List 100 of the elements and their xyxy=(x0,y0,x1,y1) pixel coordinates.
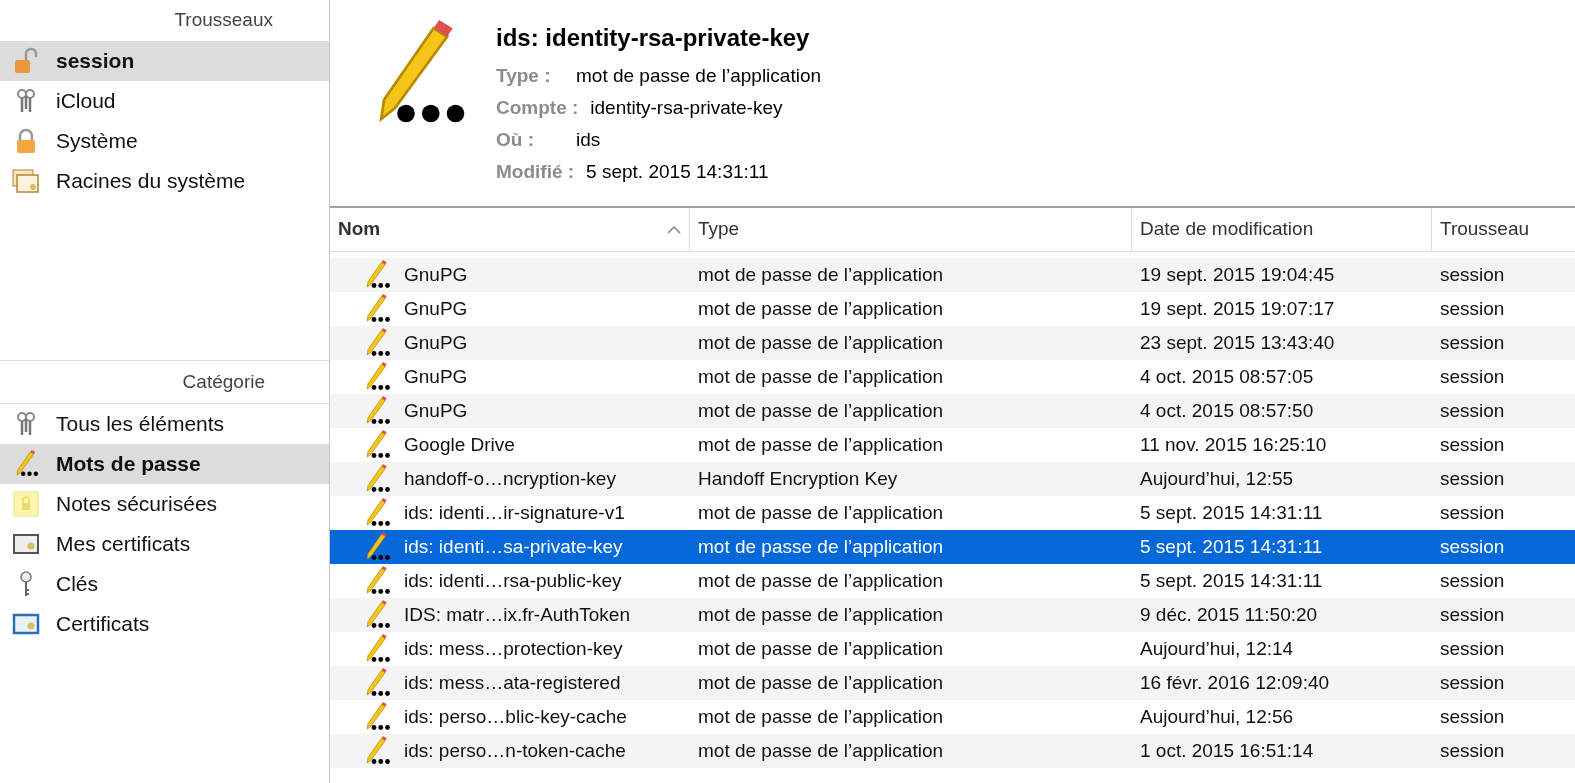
table-cell-text: ids: mess…ata-registered xyxy=(404,670,621,695)
column-title: Date de modification xyxy=(1140,217,1314,242)
table-cell-text: mot de passe de l’application xyxy=(697,398,945,423)
table-cell-text: 16 févr. 2016 12:09:40 xyxy=(1139,670,1331,695)
column-title: Nom xyxy=(338,217,381,242)
table-cell-text: GnuPG xyxy=(404,364,468,389)
table-cell-text: session xyxy=(1439,670,1506,695)
table-cell-text: session xyxy=(1439,704,1506,729)
field-value: mot de passe de l’application xyxy=(576,63,822,88)
sidebar-item[interactable]: Tous les éléments xyxy=(0,404,329,444)
table-cell-text: session xyxy=(1439,398,1506,423)
column-header[interactable]: Trousseau xyxy=(1432,208,1575,251)
sidebar-item[interactable]: Certificats xyxy=(0,604,329,644)
sidebar-item[interactable]: Mots de passe xyxy=(0,444,329,484)
sidebar-item[interactable]: Notes sécurisées xyxy=(0,484,329,524)
section-header: Trousseaux xyxy=(173,8,274,33)
column-title: Trousseau xyxy=(1440,217,1530,242)
table-row[interactable]: ids: identi…sa-private-key mot de passe de l’application 5 sept. 2015 14:31:11 session xyxy=(330,530,1575,564)
field-label: Modifié : xyxy=(496,159,575,184)
table-cell-text: IDS: matr…ix.fr-AuthToken xyxy=(404,602,630,627)
table-row[interactable]: GnuPG mot de passe de l’application 23 sept. 2015 13:43:40 session xyxy=(330,326,1575,360)
table-cell-text: session xyxy=(1439,330,1506,355)
sidebar-item[interactable]: Système xyxy=(0,121,329,161)
certificates-icon xyxy=(12,167,40,195)
table-cell-text: mot de passe de l’application xyxy=(697,296,945,321)
table-cell-text: Aujourd’hui, 12:56 xyxy=(1139,704,1295,729)
table-cell-text: ids: perso…n-token-cache xyxy=(404,738,626,763)
table-cell-text: mot de passe de l’application xyxy=(697,364,945,389)
field-label: Où : xyxy=(496,127,535,152)
table-cell-text: session xyxy=(1439,466,1506,491)
table-cell-text: 5 sept. 2015 14:31:11 xyxy=(1139,500,1324,525)
table-row[interactable]: ids: mess…ata-registered mot de passe de l’application 16 févr. 2016 12:09:40 session xyxy=(330,666,1575,700)
table-cell-text: 5 sept. 2015 14:31:11 xyxy=(1139,568,1324,593)
table-cell-text: Handoff Encryption Key xyxy=(697,466,899,491)
sidebar-item[interactable]: iCloud xyxy=(0,81,329,121)
table-cell-text: session xyxy=(1439,296,1506,321)
table-cell-text: 1 oct. 2015 16:51:14 xyxy=(1139,738,1315,763)
table-cell-text: 4 oct. 2015 08:57:50 xyxy=(1139,398,1315,423)
sort-chevron-icon xyxy=(667,225,681,234)
table-cell-text: handoff-o…ncryption-key xyxy=(404,466,616,491)
table-cell-text: mot de passe de l’application xyxy=(697,670,945,695)
table-cell-text: GnuPG xyxy=(404,296,468,321)
column-header[interactable]: Type xyxy=(690,208,1132,251)
table-cell-text: session xyxy=(1439,364,1506,389)
table-cell-text: GnuPG xyxy=(404,262,468,287)
column-header[interactable]: Nom xyxy=(330,208,690,251)
table-cell-text: session xyxy=(1439,636,1506,661)
sidebar-item[interactable]: Racines du système xyxy=(0,161,329,201)
sidebar-item[interactable]: session xyxy=(0,41,329,81)
table-row[interactable]: handoff-o…ncryption-key Handoff Encryption Key Aujourd’hui, 12:55 session xyxy=(330,462,1575,496)
table-cell-text: mot de passe de l’application xyxy=(697,704,945,729)
sidebar-item[interactable]: Clés xyxy=(0,564,329,604)
table-cell-text: mot de passe de l’application xyxy=(697,262,945,287)
table-cell-text: ids: identi…ir-signature-v1 xyxy=(404,500,625,525)
table-cell-text: 19 sept. 2015 19:04:45 xyxy=(1139,262,1336,287)
column-header[interactable]: Date de modification xyxy=(1132,208,1432,251)
table-cell-text: 19 sept. 2015 19:07:17 xyxy=(1139,296,1336,321)
sidebar-item[interactable]: Mes certificats xyxy=(0,524,329,564)
table-cell-text: session xyxy=(1439,602,1506,627)
table-cell-text: mot de passe de l’application xyxy=(697,330,945,355)
column-title: Type xyxy=(698,217,740,242)
table-cell-text: 11 nov. 2015 16:25:10 xyxy=(1139,432,1328,457)
table-cell-text: Aujourd’hui, 12:14 xyxy=(1139,636,1295,661)
table-cell-text: GnuPG xyxy=(404,330,468,355)
table-cell-text: mot de passe de l’application xyxy=(697,738,945,763)
table-cell-text: ids: identi…rsa-public-key xyxy=(404,568,622,593)
table-cell-text: mot de passe de l’application xyxy=(697,534,945,559)
open-padlock-icon xyxy=(12,47,40,75)
table-cell-text: 4 oct. 2015 08:57:05 xyxy=(1139,364,1315,389)
section-header: Catégorie xyxy=(0,361,329,404)
field-label: Compte : xyxy=(496,95,579,120)
table-cell-text: Aujourd’hui, 12:55 xyxy=(1139,466,1295,491)
table-cell-text: 5 sept. 2015 14:31:11 xyxy=(1139,534,1324,559)
table-row[interactable]: IDS: matr…ix.fr-AuthToken mot de passe de l’application 9 déc. 2015 11:50:20 session xyxy=(330,598,1575,632)
table-cell-text: session xyxy=(1439,568,1506,593)
table-cell-text: mot de passe de l’application xyxy=(697,636,945,661)
table-cell-text: 9 déc. 2015 11:50:20 xyxy=(1139,602,1319,627)
table-cell-text: session xyxy=(1439,500,1506,525)
table-cell-text: session xyxy=(1439,432,1506,457)
table-cell-text: ids: perso…blic-key-cache xyxy=(404,704,627,729)
field-value: ids xyxy=(576,127,601,152)
table-cell-text: GnuPG xyxy=(404,398,468,423)
table-cell-text: 23 sept. 2015 13:43:40 xyxy=(1139,330,1336,355)
table-cell-text: mot de passe de l’application xyxy=(697,568,945,593)
table-cell-text: session xyxy=(1439,738,1506,763)
table-cell-text: session xyxy=(1439,262,1506,287)
field-value: identity-rsa-private-key xyxy=(590,95,783,120)
table-row[interactable]: ids: perso…n-token-cache mot de passe de l’application 1 oct. 2015 16:51:14 session xyxy=(330,734,1575,768)
note-icon xyxy=(12,490,40,518)
field-label: Type : xyxy=(496,63,552,88)
table-cell-text: mot de passe de l’application xyxy=(697,500,945,525)
item-title: ids: identity-rsa-private-key xyxy=(496,23,811,53)
table-cell-text: Google Drive xyxy=(404,432,515,457)
table-cell-text: ids: identi…sa-private-key xyxy=(404,534,623,559)
table-cell-text: mot de passe de l’application xyxy=(697,432,945,457)
table-cell-text: mot de passe de l’application xyxy=(697,602,945,627)
field-value: 5 sept. 2015 14:31:11 xyxy=(586,159,769,184)
table-cell-text: session xyxy=(1439,534,1506,559)
table-row[interactable]: GnuPG mot de passe de l’application 4 oct. 2015 08:57:50 session xyxy=(330,394,1575,428)
table-row[interactable]: GnuPG mot de passe de l’application 19 sept. 2015 19:04:45 session xyxy=(330,258,1575,292)
